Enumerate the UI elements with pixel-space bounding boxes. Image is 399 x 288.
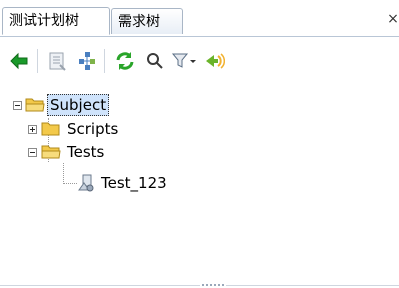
tree-node-subject[interactable]: Subject [10,94,180,116]
folder-open-icon [41,145,61,159]
tree-node-label: Subject [47,94,110,116]
back-arrow-icon[interactable] [8,50,30,72]
filter-dropdown-icon[interactable] [188,50,200,72]
splitter-grip-icon[interactable] [202,284,224,288]
tab-strip: 测试计划树 需求树 × [0,0,399,37]
test-plan-panel: 测试计划树 需求树 × Subject Scripts Tests Test_1… [0,0,399,288]
splitter-line [0,285,200,286]
folder-open-icon [25,98,45,112]
collapse-icon[interactable] [28,148,37,157]
close-icon[interactable]: × [387,12,399,26]
toolbar-separator [37,49,38,73]
tree-node-tests[interactable]: Tests [25,141,175,163]
tree-node-label: Scripts [67,120,119,138]
splitter-line [226,285,399,286]
toolbar-separator [104,49,105,73]
tree-node-label: Tests [67,143,105,161]
tab-requirements-tree[interactable]: 需求树 [111,8,183,34]
tab-test-plan-tree[interactable]: 测试计划树 [2,7,110,35]
panel-splitter[interactable] [0,284,399,288]
test-script-icon [78,174,94,192]
search-icon[interactable] [144,50,166,72]
details-icon[interactable] [46,50,68,72]
tree-connector [63,183,77,185]
go-to-icon[interactable] [203,50,225,72]
refresh-icon[interactable] [114,50,136,72]
tree-node-test-123[interactable]: Test_123 [77,172,237,194]
tree-node-scripts[interactable]: Scripts [25,118,175,140]
expand-icon[interactable] [28,125,37,134]
tree-node-label: Test_123 [101,174,167,192]
folder-icon [41,122,60,136]
tree-expand-icon[interactable] [76,50,98,72]
test-plan-tree: Subject Scripts Tests Test_123 [0,92,399,262]
tree-connector [63,163,65,184]
collapse-icon[interactable] [13,101,22,110]
toolbar [0,42,399,82]
